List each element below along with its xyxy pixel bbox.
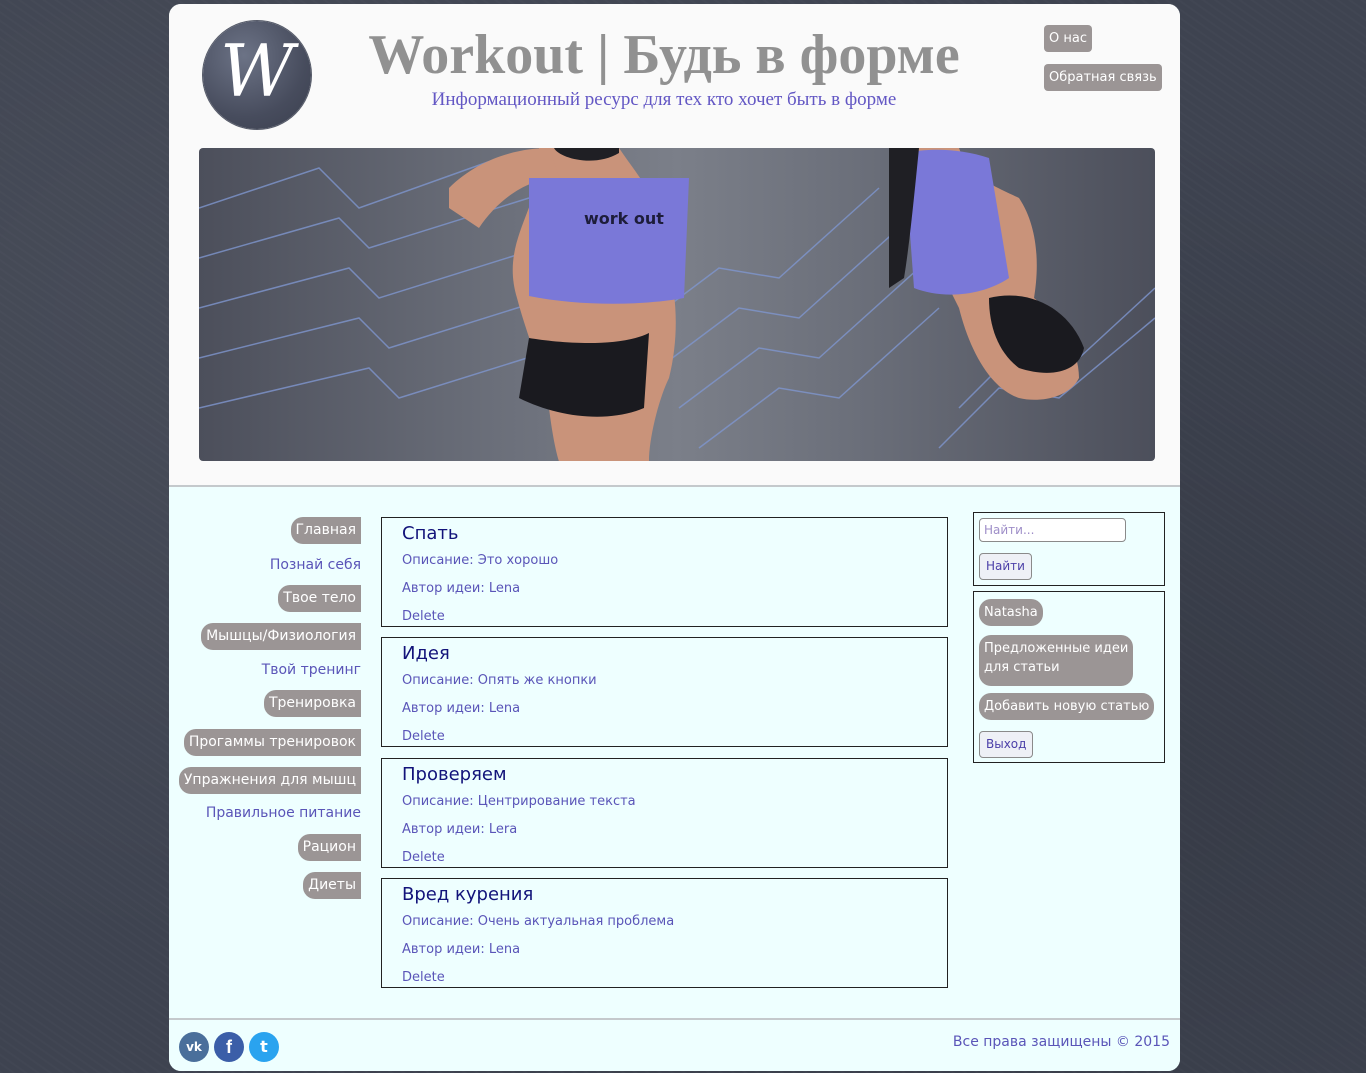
copyright: Все права защищены © 2015 bbox=[952, 1034, 1170, 1050]
article-author: Автор идеи: Lena bbox=[402, 942, 521, 957]
hero-shirt-text: work out bbox=[584, 209, 664, 228]
vk-icon[interactable]: vk bbox=[179, 1032, 209, 1062]
article-title[interactable]: Проверяем bbox=[402, 764, 507, 785]
site-header: W Workout | Будь в форме Информационный … bbox=[169, 4, 1180, 487]
article-description: Описание: Очень актуальная проблема bbox=[402, 914, 675, 929]
feedback-button[interactable]: Обратная связь bbox=[1044, 64, 1162, 91]
nav-home[interactable]: Главная bbox=[290, 517, 361, 544]
hero-banner: work out bbox=[199, 148, 1155, 461]
username-button[interactable]: Natasha bbox=[979, 599, 1043, 626]
delete-link[interactable]: Delete bbox=[402, 609, 445, 624]
article-card: Идея Описание: Опять же кнопки Автор иде… bbox=[381, 637, 948, 747]
site-title: Workout | Будь в форме bbox=[368, 24, 960, 86]
proposed-ideas-label-1: Предложенные идеи bbox=[984, 641, 1129, 656]
article-description: Описание: Это хорошо bbox=[402, 553, 559, 568]
nav-know-yourself[interactable]: Познай себя bbox=[270, 552, 361, 579]
nav-your-training[interactable]: Твой тренинг bbox=[262, 657, 361, 684]
delete-link[interactable]: Delete bbox=[402, 729, 445, 744]
delete-link[interactable]: Delete bbox=[402, 850, 445, 865]
search-box: Найти bbox=[973, 512, 1165, 586]
article-card: Проверяем Описание: Центрирование текста… bbox=[381, 758, 948, 868]
nav-ration[interactable]: Рацион bbox=[297, 834, 361, 861]
delete-link[interactable]: Delete bbox=[402, 970, 445, 985]
logout-button[interactable]: Выход bbox=[979, 731, 1034, 758]
facebook-icon[interactable]: f bbox=[214, 1032, 244, 1062]
twitter-icon[interactable]: t bbox=[249, 1032, 279, 1062]
search-input[interactable] bbox=[979, 518, 1126, 542]
search-button[interactable]: Найти bbox=[979, 553, 1032, 580]
proposed-ideas-label-2: для статьи bbox=[984, 660, 1060, 675]
article-author: Автор идеи: Lera bbox=[402, 822, 518, 837]
nav-nutrition[interactable]: Правильное питание bbox=[206, 800, 361, 827]
page-container: W Workout | Будь в форме Информационный … bbox=[169, 4, 1180, 1071]
article-author: Автор идеи: Lena bbox=[402, 701, 521, 716]
nav-exercises[interactable]: Упражнения для мышц bbox=[178, 767, 361, 794]
about-button[interactable]: О нас bbox=[1044, 25, 1092, 52]
article-card: Вред курения Описание: Очень актуальная … bbox=[381, 878, 948, 988]
site-subtitle: Информационный ресурс для тех кто хочет … bbox=[431, 89, 897, 110]
article-title[interactable]: Вред курения bbox=[402, 884, 533, 905]
user-panel: Natasha Предложенные идеи для статьи Доб… bbox=[973, 591, 1165, 763]
logo[interactable]: W bbox=[203, 21, 311, 129]
article-card: Спать Описание: Это хорошо Автор идеи: L… bbox=[381, 517, 948, 627]
site-footer: vk f t Все права защищены © 2015 bbox=[169, 1018, 1180, 1071]
article-title[interactable]: Спать bbox=[402, 523, 458, 544]
nav-your-body[interactable]: Твое тело bbox=[278, 585, 361, 612]
article-author: Автор идеи: Lena bbox=[402, 581, 521, 596]
add-article-button[interactable]: Добавить новую статью bbox=[979, 693, 1155, 720]
nav-workout[interactable]: Тренировка bbox=[263, 690, 361, 717]
logo-letter: W bbox=[219, 29, 294, 113]
nav-muscles[interactable]: Мышцы/Физиология bbox=[201, 623, 361, 650]
nav-diets[interactable]: Диеты bbox=[303, 872, 361, 899]
article-description: Описание: Центрирование текста bbox=[402, 794, 636, 809]
nav-programs[interactable]: Прогаммы тренировок bbox=[183, 729, 361, 756]
article-title[interactable]: Идея bbox=[402, 643, 450, 664]
hero-illustration: work out bbox=[199, 148, 1155, 461]
article-description: Описание: Опять же кнопки bbox=[402, 673, 597, 688]
proposed-ideas-button[interactable]: Предложенные идеи для статьи bbox=[979, 635, 1134, 686]
